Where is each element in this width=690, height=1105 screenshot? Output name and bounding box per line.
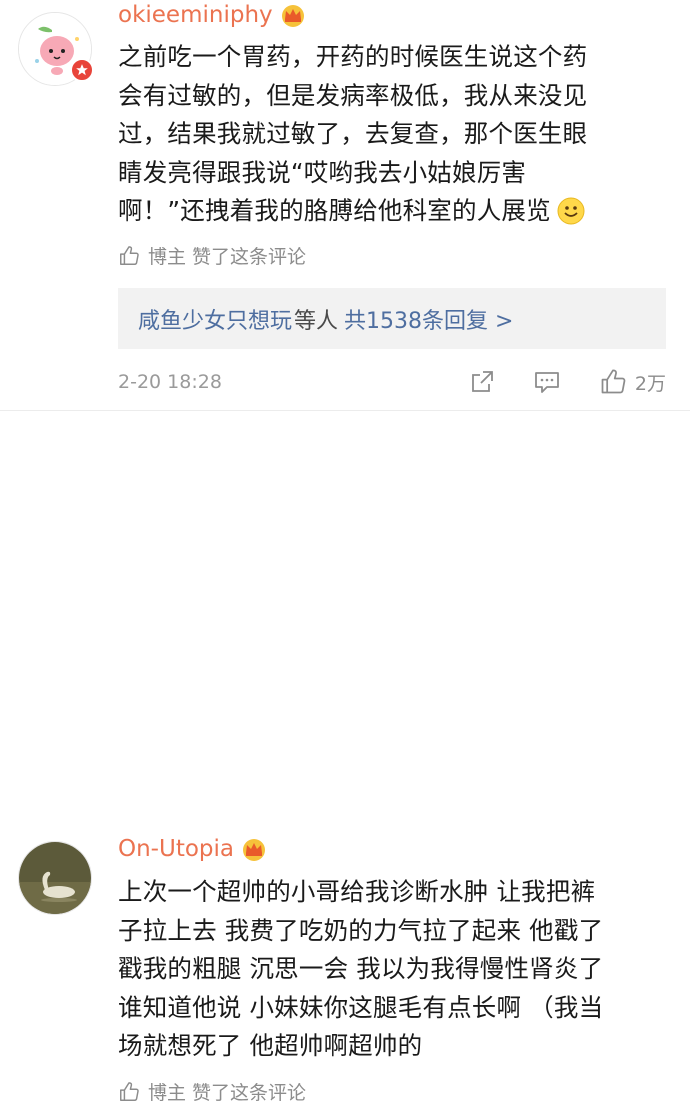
thumbs-up-outline-icon [118,1081,140,1103]
thumbs-up-icon [599,368,627,396]
user-avatar[interactable] [18,12,94,86]
replier-name-link[interactable]: 咸鱼少女只想玩 [138,303,292,335]
author-liked-indicator: 博主 赞了这条评论 [118,1078,306,1105]
username-text[interactable]: okieeminiphy [118,2,273,28]
crown-badge-icon [279,3,307,27]
comment-item: On-Utopia 上次一个超帅的小哥给我诊断水肿 让我把裤 子拉上去 我费了吃… [0,411,690,1104]
comment-text-line: 啊！”还拽着我的胳膊给他科室的人展览 [118,196,551,225]
comment-text: 上次一个超帅的小哥给我诊断水肿 让我把裤 子拉上去 我费了吃奶的力气拉了起来 他… [118,873,658,1066]
comment-text-line: 子拉上去 我费了吃奶的力气拉了起来 他戳了 [118,915,604,945]
reply-button[interactable] [533,369,561,395]
share-icon [469,369,495,395]
comment-text-line: 会有过敏的，但是发病率极低，我从来没见 [118,80,588,110]
swan-photo-icon [19,842,91,914]
crown-badge-icon [240,837,268,861]
comment-text-line: 上次一个超帅的小哥给我诊断水肿 让我把裤 [118,877,596,906]
liked-by-text: 博主 赞了这条评论 [148,1082,307,1104]
like-count: 2万 [634,372,666,395]
liked-by-text: 博主 赞了这条评论 [148,246,307,268]
comment-bubble-icon [533,369,561,395]
username-text[interactable]: On-Utopia [118,836,234,862]
replier-suffix: 等人 [294,308,339,334]
comment-text-line: 过，结果我就过敏了，去复查，那个医生眼 [118,119,588,148]
author-liked-indicator: 博主 赞了这条评论 [118,242,306,269]
comment-username[interactable]: On-Utopia [118,836,268,862]
thumbs-up-outline-icon [118,245,140,267]
comment-username[interactable]: okieeminiphy [118,2,307,28]
reply-count-link[interactable]: 共1538条回复 > [344,303,513,335]
red-star-badge-icon [70,58,94,82]
comment-text: 之前吃一个胃药，开药的时候医生说这个药 会有过敏的，但是发病率极低，我从来没见 … [118,38,658,231]
comment-text-line: 睛发亮得跟我说“哎哟我去小姑娘厉害 [118,157,527,187]
comment-footer: 2-20 18:28 2万 [118,366,666,398]
comment-timestamp: 2-20 18:28 [118,371,222,393]
comment-item: okieeminiphy 之前吃一个胃药，开药的时候医生说这个药 会有过敏的，但… [0,0,690,411]
share-button[interactable] [469,369,495,395]
comment-text-line: 戳我的粗腿 沉思一会 我以为我得慢性肾炎了 [118,954,604,983]
comment-text-line: 场就想死了 他超帅啊超帅的 [118,1031,423,1060]
like-button[interactable]: 2万 [599,368,666,396]
comment-text-line: 之前吃一个胃药，开药的时候医生说这个药 [118,42,588,71]
replies-summary[interactable]: 咸鱼少女只想玩 等人 共1538条回复 > [118,288,666,349]
user-avatar[interactable] [18,841,92,915]
smile-emoji-icon [557,197,585,225]
comment-text-line: 谁知道他说 小妹妹你这腿毛有点长啊 （我当 [118,992,604,1022]
